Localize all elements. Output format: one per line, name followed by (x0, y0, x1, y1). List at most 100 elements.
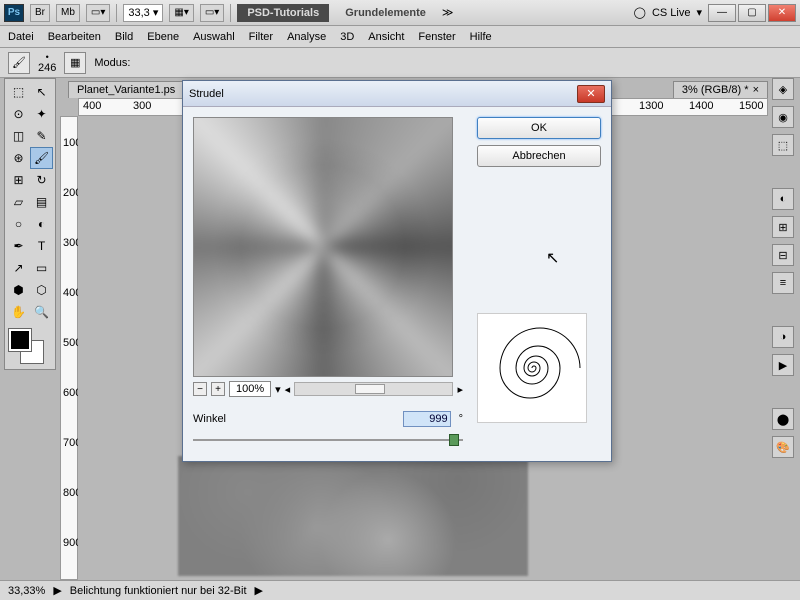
adjustments-panel-icon[interactable]: ◐ (772, 188, 794, 210)
eraser-tool[interactable]: ▱ (7, 191, 30, 213)
wand-tool[interactable]: ✦ (30, 103, 53, 125)
close-tab-icon[interactable]: × (753, 84, 759, 96)
workspace-tab-grundelemente[interactable]: Grundelemente (335, 5, 436, 21)
paragraph-panel-icon[interactable]: ≡ (772, 272, 794, 294)
layers-panel-icon[interactable]: ◈ (772, 78, 794, 100)
dialog-close-button[interactable]: ✕ (577, 85, 605, 103)
minimize-button[interactable]: — (708, 4, 736, 22)
stamp-tool[interactable]: ⊞ (7, 169, 30, 191)
degree-symbol: ° (459, 413, 463, 425)
angle-label: Winkel (193, 413, 395, 425)
menu-bar: Datei Bearbeiten Bild Ebene Auswahl Filt… (0, 26, 800, 48)
paths-panel-icon[interactable]: ⬚ (772, 134, 794, 156)
modus-label: Modus: (94, 57, 130, 69)
menu-filter[interactable]: Filter (249, 31, 273, 43)
crop-tool[interactable]: ◫ (7, 125, 30, 147)
bridge-button[interactable]: Br (30, 4, 50, 22)
actions-panel-icon[interactable]: ▶ (772, 354, 794, 376)
swatches-panel-icon[interactable]: ⬤ (772, 408, 794, 430)
status-message: Belichtung funktioniert nur bei 32-Bit (70, 585, 247, 597)
styles-panel-icon[interactable]: ⊞ (772, 216, 794, 238)
zoom-tool[interactable]: 🔍 (30, 301, 53, 323)
angle-input[interactable] (403, 411, 451, 427)
zoom-value[interactable]: 100% (229, 381, 271, 397)
scroll-right-icon[interactable]: ▸ (457, 383, 463, 396)
view-extras-button[interactable]: ▭▾ (86, 4, 110, 22)
screenmode-button[interactable]: ▭▾ (200, 4, 224, 22)
blur-tool[interactable]: ○ (7, 213, 30, 235)
hand-tool[interactable]: ✋ (7, 301, 30, 323)
ruler-vertical: 100200300400500600700800900 (60, 116, 78, 580)
status-arrow-icon[interactable]: ▶ (53, 584, 61, 597)
more-workspaces-icon[interactable]: ≫ (442, 6, 454, 19)
cslive-icon[interactable]: ◯ (634, 6, 646, 19)
cslive-label[interactable]: CS Live (652, 7, 691, 19)
brush-preview[interactable]: •246 (38, 52, 56, 74)
cancel-button[interactable]: Abbrechen (477, 145, 601, 167)
menu-bearbeiten[interactable]: Bearbeiten (48, 31, 101, 43)
menu-ebene[interactable]: Ebene (147, 31, 179, 43)
tool-preset-icon[interactable]: 🖌 (8, 52, 30, 74)
minibridge-button[interactable]: Mb (56, 4, 80, 22)
3d-camera-tool[interactable]: ⬡ (30, 279, 53, 301)
color-panel-icon[interactable]: 🎨 (772, 436, 794, 458)
brush-panel-button[interactable]: ▦ (64, 52, 86, 74)
color-swatches[interactable] (7, 327, 55, 367)
status-zoom[interactable]: 33,33% (8, 585, 45, 597)
shape-tool[interactable]: ▭ (30, 257, 53, 279)
pen-tool[interactable]: ✒ (7, 235, 30, 257)
close-button[interactable]: ✕ (768, 4, 796, 22)
filter-preview[interactable] (193, 117, 453, 377)
menu-fenster[interactable]: Fenster (418, 31, 455, 43)
menu-analyse[interactable]: Analyse (287, 31, 326, 43)
healing-tool[interactable]: ⊛ (7, 147, 30, 169)
separator (230, 4, 231, 22)
lasso-tool[interactable]: ⊙ (7, 103, 30, 125)
type-tool[interactable]: T (30, 235, 53, 257)
chevron-down-icon[interactable]: ▾ (275, 383, 281, 396)
move-tool[interactable]: ⬚ (7, 81, 30, 103)
right-panels: ◈ ◉ ⬚ ◐ ⊞ ⊟ ≡ ◑ ▶ ⬤ 🎨 (772, 78, 796, 458)
brush-tool[interactable]: 🖌 (30, 147, 53, 169)
dialog-title: Strudel (189, 88, 224, 100)
path-tool[interactable]: ↗ (7, 257, 30, 279)
history-panel-icon[interactable]: ◑ (772, 326, 794, 348)
document-tab[interactable]: Planet_Variante1.ps (68, 81, 184, 98)
scroll-left-icon[interactable]: ◂ (285, 383, 291, 396)
menu-ansicht[interactable]: Ansicht (368, 31, 404, 43)
zoom-in-button[interactable]: + (211, 382, 225, 396)
app-titlebar: Ps Br Mb ▭▾ 33,3 ▾ ▦▾ ▭▾ PSD-Tutorials G… (0, 0, 800, 26)
image-content (178, 456, 528, 576)
zoom-out-button[interactable]: − (193, 382, 207, 396)
dialog-titlebar[interactable]: Strudel ✕ (183, 81, 611, 107)
preview-scrollbar[interactable] (294, 382, 453, 396)
angle-slider[interactable] (193, 431, 463, 451)
spiral-icon (482, 318, 582, 418)
channels-panel-icon[interactable]: ◉ (772, 106, 794, 128)
dodge-tool[interactable]: ◐ (30, 213, 53, 235)
menu-3d[interactable]: 3D (340, 31, 354, 43)
workspace-tab-psdtutorials[interactable]: PSD-Tutorials (237, 4, 329, 22)
status-arrow-icon[interactable]: ▶ (255, 584, 263, 597)
foreground-color[interactable] (9, 329, 31, 351)
history-brush-tool[interactable]: ↻ (30, 169, 53, 191)
spiral-diagram (477, 313, 587, 423)
arrow-tool[interactable]: ↖ (30, 81, 53, 103)
document-tab-label: Planet_Variante1.ps (77, 84, 175, 96)
eyedropper-tool[interactable]: ✎ (30, 125, 53, 147)
gradient-tool[interactable]: ▤ (30, 191, 53, 213)
character-panel-icon[interactable]: ⊟ (772, 244, 794, 266)
3d-tool[interactable]: ⬢ (7, 279, 30, 301)
menu-auswahl[interactable]: Auswahl (193, 31, 235, 43)
status-bar: 33,33% ▶ Belichtung funktioniert nur bei… (0, 580, 800, 600)
document-tab-info[interactable]: 3% (RGB/8) *× (673, 81, 768, 98)
maximize-button[interactable]: ▢ (738, 4, 766, 22)
menu-datei[interactable]: Datei (8, 31, 34, 43)
arrange-button[interactable]: ▦▾ (169, 4, 193, 22)
ok-button[interactable]: OK (477, 117, 601, 139)
menu-bild[interactable]: Bild (115, 31, 133, 43)
menu-hilfe[interactable]: Hilfe (470, 31, 492, 43)
toolbox: ⬚↖ ⊙✦ ◫✎ ⊛🖌 ⊞↻ ▱▤ ○◐ ✒T ↗▭ ⬢⬡ ✋🔍 (4, 78, 56, 370)
zoom-select[interactable]: 33,3 ▾ (123, 4, 163, 22)
separator (116, 4, 117, 22)
